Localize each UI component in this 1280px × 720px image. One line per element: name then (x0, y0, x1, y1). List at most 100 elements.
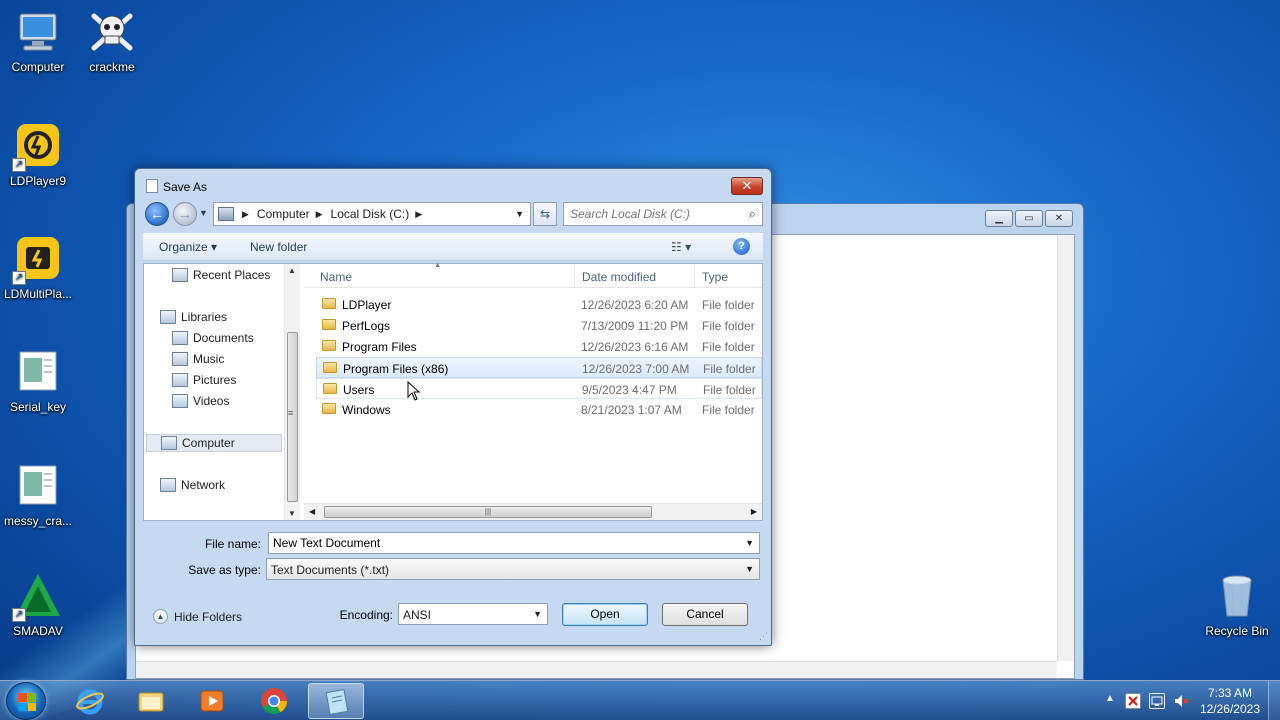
search-box[interactable]: ⌕ (563, 202, 763, 226)
address-dropdown-icon[interactable]: ▼ (515, 209, 524, 219)
save-as-type-label: Save as type: (188, 563, 261, 577)
nav-computer[interactable]: Computer (146, 434, 282, 452)
change-view-icon[interactable]: ☷ ▾ (671, 240, 691, 254)
file-name-combobox[interactable]: ▼ (268, 532, 760, 554)
column-divider[interactable] (694, 266, 695, 286)
file-row[interactable]: Program Files 12/26/2023 6:16 AM File fo… (316, 336, 762, 357)
column-type[interactable]: Type (702, 270, 728, 284)
new-folder-button[interactable]: New folder (250, 240, 307, 254)
show-desktop-button[interactable] (1268, 681, 1280, 720)
folder-icon (322, 340, 336, 351)
nav-music[interactable]: Music (172, 350, 224, 368)
show-hidden-icons-icon[interactable]: ▲ (1105, 693, 1115, 704)
nav-pictures[interactable]: Pictures (172, 371, 236, 389)
breadcrumb-separator-icon[interactable]: ▶ (242, 209, 249, 220)
maximize-button[interactable]: ▭ (1015, 210, 1043, 227)
column-date-modified[interactable]: Date modified (582, 270, 656, 284)
address-bar[interactable]: ▶ Computer ▶ Local Disk (C:) ▶ ▼ (213, 202, 531, 226)
start-button[interactable] (6, 682, 46, 720)
clock-time: 7:33 AM (1207, 686, 1252, 700)
chevron-down-icon[interactable]: ▼ (745, 538, 754, 548)
cancel-button[interactable]: Cancel (662, 603, 748, 626)
clock[interactable]: 7:33 AM 12/26/2023 (1200, 685, 1260, 717)
navigation-scrollbar[interactable]: ▲ ≡ ▼ (284, 264, 300, 520)
desktop-icon-label: Computer (11, 60, 65, 74)
desktop-icon-computer[interactable]: Computer (0, 8, 76, 74)
recycle-bin-icon (1213, 572, 1261, 620)
scrollbar-thumb[interactable]: ||| (324, 506, 652, 518)
shortcut-arrow-icon: ↗ (12, 158, 26, 172)
desktop-icon-crackme[interactable]: crackme (74, 8, 150, 74)
hide-folders-button[interactable]: ▲ Hide Folders (153, 609, 242, 624)
taskbar-notepad[interactable] (308, 683, 364, 719)
file-row[interactable]: PerfLogs 7/13/2009 11:20 PM File folder (316, 315, 762, 336)
mouse-cursor-icon (407, 380, 421, 404)
vertical-scrollbar[interactable] (1057, 235, 1074, 661)
file-name-input[interactable] (273, 536, 733, 550)
open-button[interactable]: Open (562, 603, 648, 626)
taskbar-chrome[interactable] (246, 683, 302, 719)
close-button[interactable]: ✕ (1045, 210, 1073, 227)
desktop-icon-smadav[interactable]: ↗ SMADAV (0, 572, 76, 638)
chevron-down-icon[interactable]: ▼ (745, 564, 754, 574)
nav-videos[interactable]: Videos (172, 392, 229, 410)
scroll-up-icon[interactable]: ▲ (288, 266, 296, 275)
action-center-icon[interactable] (1125, 693, 1141, 709)
folder-icon (322, 319, 336, 330)
desktop-icon-messy-crackme[interactable]: messy_cra... (0, 462, 76, 528)
resize-grip-icon[interactable]: ⋰ (759, 631, 768, 642)
column-divider[interactable] (574, 266, 575, 286)
dialog-titlebar[interactable]: Save As ✕ (135, 169, 771, 199)
documents-icon (172, 331, 188, 345)
nav-network[interactable]: Network (160, 476, 225, 494)
organize-menu[interactable]: Organize ▾ (159, 240, 217, 254)
taskbar-internet-explorer[interactable] (62, 683, 118, 719)
save-as-type-select[interactable]: Text Documents (*.txt) ▼ (266, 558, 760, 580)
encoding-select[interactable]: ANSI ▼ (398, 603, 548, 625)
nav-libraries[interactable]: Libraries (160, 308, 227, 326)
system-tray: ▲ 7:33 AM 12/26/2023 (1090, 681, 1280, 720)
recent-locations-dropdown[interactable]: ▼ (199, 208, 208, 218)
desktop-icon-ldplayer9[interactable]: ↗ LDPlayer9 (0, 122, 76, 188)
network-tray-icon[interactable] (1149, 693, 1165, 709)
desktop-icon-recycle-bin[interactable]: Recycle Bin (1199, 572, 1275, 638)
volume-muted-icon[interactable] (1173, 693, 1189, 709)
file-row[interactable]: LDPlayer 12/26/2023 6:20 AM File folder (316, 294, 762, 315)
file-row-selected[interactable]: Program Files (x86) 12/26/2023 7:00 AM F… (316, 357, 762, 378)
chevron-down-icon[interactable]: ▼ (533, 609, 542, 619)
dialog-close-button[interactable]: ✕ (731, 177, 763, 195)
refresh-button[interactable]: ⇆ (533, 202, 557, 226)
back-button[interactable]: ← (145, 202, 169, 226)
navigation-row: ← → ▼ ▶ Computer ▶ Local Disk (C:) ▶ ▼ ⇆… (143, 202, 763, 226)
minimize-button[interactable]: ▁ (985, 210, 1013, 227)
help-icon[interactable]: ? (733, 238, 750, 255)
desktop-icon-serial-key[interactable]: Serial_key (0, 348, 76, 414)
scroll-down-icon[interactable]: ▼ (288, 509, 296, 518)
nav-documents[interactable]: Documents (172, 329, 254, 347)
taskbar-explorer[interactable] (123, 683, 179, 719)
nav-recent-places[interactable]: Recent Places (172, 266, 270, 284)
scroll-right-icon[interactable]: ▶ (751, 507, 757, 516)
search-input[interactable] (570, 206, 740, 222)
notepad-icon (323, 688, 351, 716)
desktop-icon-ldmultiplayer[interactable]: ↗ LDMultiPla... (0, 235, 76, 301)
file-row[interactable]: Users 9/5/2023 4:47 PM File folder (316, 378, 762, 399)
search-icon[interactable]: ⌕ (749, 206, 756, 222)
scroll-left-icon[interactable]: ◀ (309, 507, 315, 516)
folder-icon (323, 362, 337, 373)
horizontal-scrollbar[interactable] (136, 661, 1057, 678)
column-name[interactable]: Name (320, 270, 352, 284)
forward-button[interactable]: → (173, 202, 197, 226)
breadcrumb-separator-icon[interactable]: ▶ (415, 209, 422, 220)
breadcrumb-separator-icon[interactable]: ▶ (316, 209, 323, 220)
breadcrumb-computer[interactable]: Computer (257, 207, 310, 221)
ldmultiplayer-icon: ↗ (12, 235, 62, 285)
file-row[interactable]: Windows 8/21/2023 1:07 AM File folder (316, 399, 762, 420)
file-list-horizontal-scrollbar[interactable]: ◀ ||| ▶ (304, 503, 762, 520)
desktop-icon-label: messy_cra... (3, 514, 72, 528)
taskbar-media-player[interactable] (184, 683, 240, 719)
desktop-icon-label: LDMultiPla... (3, 287, 73, 301)
desktop-icon-label: Serial_key (9, 400, 67, 414)
drive-icon (218, 207, 234, 221)
breadcrumb-local-disk[interactable]: Local Disk (C:) (331, 207, 410, 221)
